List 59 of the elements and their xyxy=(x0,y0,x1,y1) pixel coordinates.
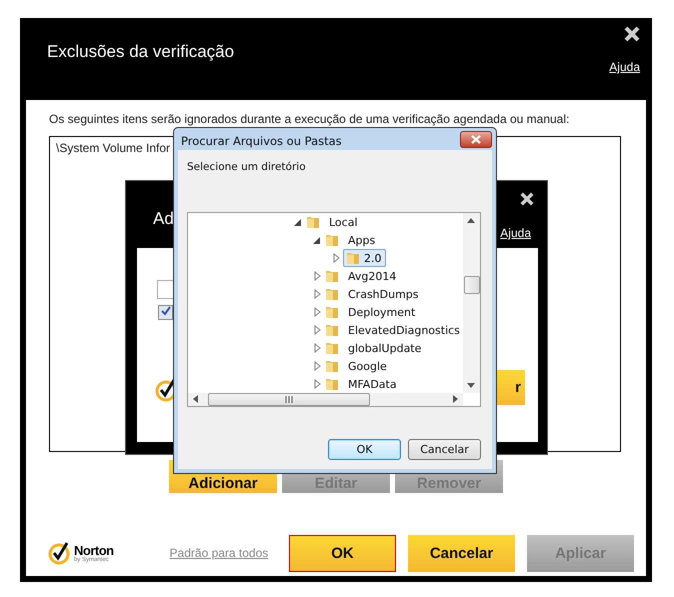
folder-icon xyxy=(305,214,321,230)
folder-label[interactable]: Apps xyxy=(343,232,380,248)
collapsed-arrow-icon[interactable] xyxy=(312,379,322,389)
scroll-thumb[interactable] xyxy=(464,276,480,294)
folder-label[interactable]: Google xyxy=(343,358,392,374)
folder-icon xyxy=(324,376,340,392)
scroll-left-icon[interactable] xyxy=(193,395,198,403)
expanded-arrow-icon[interactable] xyxy=(312,235,322,245)
folder-icon xyxy=(345,250,361,266)
folder-label[interactable]: globalUpdate xyxy=(343,340,426,356)
vertical-scrollbar[interactable] xyxy=(463,213,480,393)
description-text: Os seguintes itens serão ignorados durante a execução de uma verificação agendada ou manual: xyxy=(49,112,570,126)
folder-label[interactable]: ElevatedDiagnostics xyxy=(343,322,465,338)
folder-icon xyxy=(324,322,340,338)
close-icon[interactable] xyxy=(520,192,534,206)
prompt-text: Selecione um diretório xyxy=(187,161,306,173)
close-icon[interactable] xyxy=(624,26,640,42)
checkbox[interactable] xyxy=(158,305,173,320)
scroll-right-icon[interactable] xyxy=(453,395,458,403)
close-icon xyxy=(471,135,481,144)
folder-icon xyxy=(324,232,340,248)
exclusion-item[interactable]: \System Volume Infor xyxy=(56,141,170,155)
folder-icon xyxy=(324,286,340,302)
dialog-button[interactable]: Cancelar xyxy=(408,534,515,572)
folder-icon xyxy=(324,340,340,356)
dialog-button[interactable]: OK xyxy=(289,534,396,572)
horizontal-scrollbar[interactable] xyxy=(188,393,463,406)
scroll-thumb[interactable] xyxy=(208,393,370,406)
collapsed-arrow-icon[interactable] xyxy=(312,361,322,371)
selected-folder-item[interactable]: 2.0 xyxy=(343,249,386,267)
folder-icon xyxy=(324,358,340,374)
folder-icon xyxy=(324,304,340,320)
folder-icon xyxy=(324,268,340,284)
scroll-down-icon[interactable] xyxy=(467,383,475,388)
checkmark-logo-icon xyxy=(48,541,72,565)
collapsed-arrow-icon[interactable] xyxy=(312,325,322,335)
collapsed-arrow-icon[interactable] xyxy=(331,253,341,263)
folder-label[interactable]: CrashDumps xyxy=(343,286,424,302)
window-title: Exclusões da verificação xyxy=(47,42,234,62)
grip-icon xyxy=(284,396,294,403)
folder-label[interactable]: MFAData xyxy=(343,376,402,392)
expanded-arrow-icon[interactable] xyxy=(293,217,303,227)
dialog-button[interactable]: Cancelar xyxy=(408,439,481,460)
folder-label[interactable]: Local xyxy=(324,214,363,230)
dialog-title: Ad xyxy=(153,209,174,229)
folder-label[interactable]: Avg2014 xyxy=(343,268,402,284)
help-link[interactable]: Ajuda xyxy=(609,60,640,74)
collapsed-arrow-icon[interactable] xyxy=(312,343,322,353)
defaults-link[interactable]: Padrão para todos xyxy=(170,546,289,560)
dialog-title: Procurar Arquivos ou Pastas xyxy=(181,134,342,148)
folder-label[interactable]: Deployment xyxy=(343,304,420,320)
dialog-button[interactable]: OK xyxy=(328,439,401,460)
logo-name: Norton xyxy=(74,544,114,556)
help-link[interactable]: Ajuda xyxy=(500,226,531,240)
close-button[interactable] xyxy=(460,131,492,148)
scroll-up-icon[interactable] xyxy=(467,218,475,223)
collapsed-arrow-icon[interactable] xyxy=(312,271,322,281)
collapsed-arrow-icon[interactable] xyxy=(312,307,322,317)
collapsed-arrow-icon[interactable] xyxy=(312,289,322,299)
